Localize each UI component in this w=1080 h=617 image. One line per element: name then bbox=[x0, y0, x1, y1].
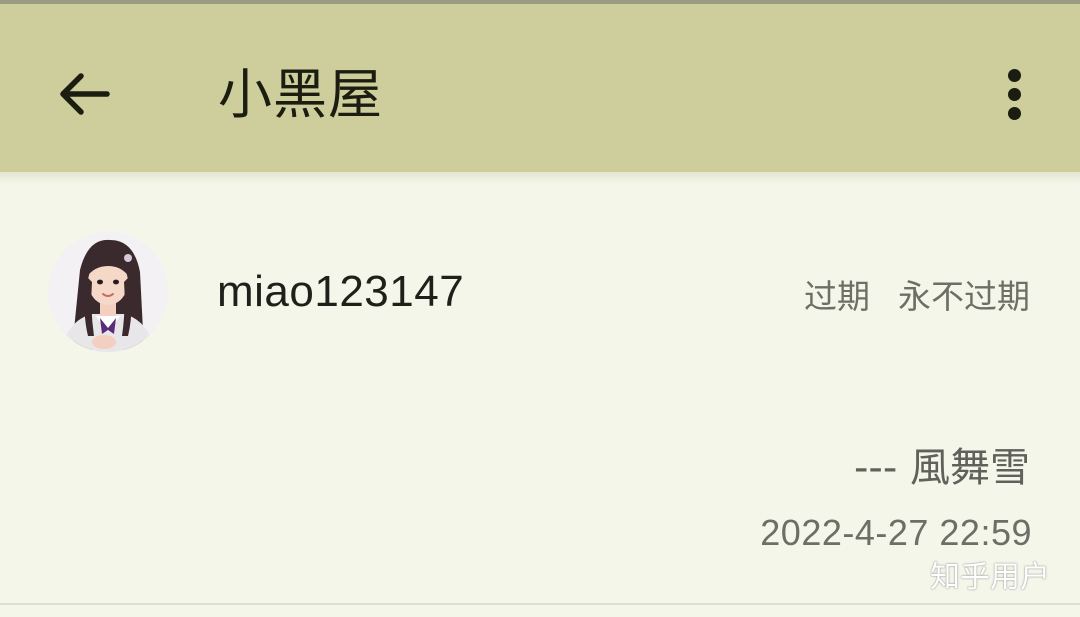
avatar-image bbox=[48, 232, 168, 352]
avatar[interactable] bbox=[48, 232, 168, 352]
watermark: 知乎用户 bbox=[930, 560, 1050, 595]
app-bar-shadow bbox=[0, 172, 1080, 184]
operator-signature: --- 風舞雪 bbox=[853, 445, 1030, 491]
timestamp: 2022-4-27 22:59 bbox=[760, 512, 1032, 553]
expiry-label: 过期 bbox=[804, 277, 870, 316]
arrow-left-icon bbox=[60, 73, 110, 115]
more-options-button[interactable] bbox=[988, 60, 1040, 128]
list-divider bbox=[0, 603, 1080, 605]
username[interactable]: miao123147 bbox=[217, 262, 464, 322]
app-bar: 小黑屋 bbox=[0, 4, 1080, 172]
more-vert-icon bbox=[1007, 68, 1021, 82]
back-button[interactable] bbox=[52, 62, 116, 126]
expiry-value: 永不过期 bbox=[898, 277, 1030, 316]
expiry-info: 过期 永不过期 bbox=[804, 272, 1030, 322]
page-title: 小黑屋 bbox=[218, 63, 383, 126]
